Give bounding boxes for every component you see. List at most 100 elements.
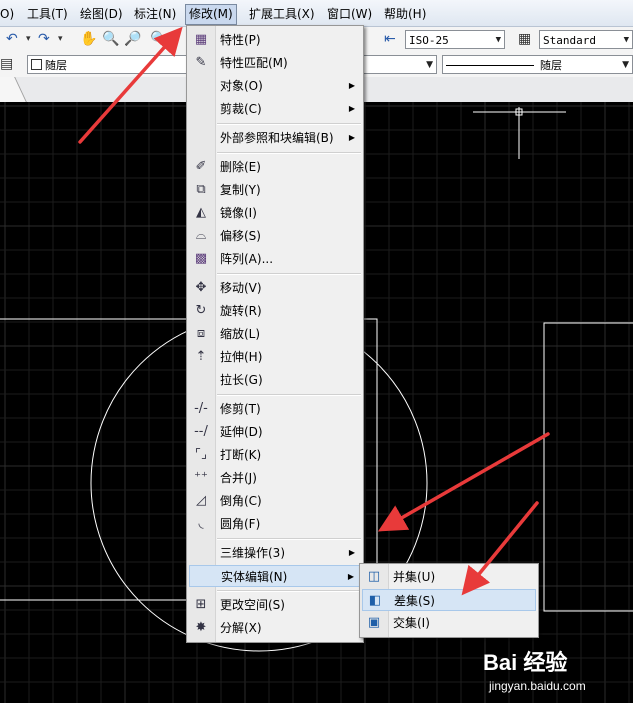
menu-item-label: 缩放(L) bbox=[220, 327, 261, 341]
menu-item[interactable]: ✥ 移动(V) bbox=[189, 277, 361, 299]
dimension-style-select[interactable]: ISO-25 ▼ bbox=[405, 30, 505, 49]
chevron-down-icon: ▼ bbox=[623, 35, 629, 45]
menubar-item-tools[interactable]: 工具(T) bbox=[27, 6, 68, 22]
menu-item-label: 复制(Y) bbox=[220, 183, 261, 197]
menu-item[interactable]: ✎ 特性匹配(M) bbox=[189, 52, 361, 74]
watermark-logo: Bai 经验 bbox=[483, 650, 568, 675]
menu-item[interactable]: ⁺⁺ 合并(J) bbox=[189, 467, 361, 489]
menu-item-label: 剪裁(C) bbox=[220, 102, 262, 116]
zoom-window-icon[interactable]: 🔎 bbox=[124, 31, 141, 47]
menu-item[interactable]: 对象(O) ▶ bbox=[189, 75, 361, 97]
menu-item[interactable]: 外部参照和块编辑(B) ▶ bbox=[189, 127, 361, 149]
menu-item-label: 特性(P) bbox=[220, 33, 261, 47]
menu-item-label: 旋转(R) bbox=[220, 304, 262, 318]
linetype-value: 随层 bbox=[540, 59, 562, 72]
pan-icon[interactable]: ✋ bbox=[80, 31, 97, 47]
match-properties-icon: ✎ bbox=[195, 55, 207, 70]
zoom-realtime-icon[interactable]: 🔍 bbox=[102, 31, 119, 47]
layout-tab[interactable] bbox=[0, 77, 27, 102]
menu-item[interactable]: ⧈ 缩放(L) bbox=[189, 323, 361, 345]
modify-menu: ▦ 特性(P) ✎ 特性匹配(M) 对象(O) ▶ 剪裁(C) ▶ 外部参照和块编辑(B) ▶ ✐ 删… bbox=[186, 25, 364, 643]
menubar-item-window[interactable]: 窗口(W) bbox=[327, 6, 372, 22]
menu-item[interactable]: ⌜⌟ 打断(K) bbox=[189, 444, 361, 466]
solid-edit-submenu: ◫ 并集(U) ◧ 差集(S) ▣ 交集(I) bbox=[359, 563, 539, 638]
menu-separator bbox=[217, 394, 361, 396]
menu-item-label: 外部参照和块编辑(B) bbox=[220, 131, 334, 145]
menu-item-label: 合并(J) bbox=[220, 471, 257, 485]
menubar-item-dimension[interactable]: 标注(N) bbox=[134, 6, 176, 22]
menu-item-label: 并集(U) bbox=[393, 570, 436, 584]
menu-item-label: 差集(S) bbox=[394, 594, 435, 608]
menu-item[interactable]: 实体编辑(N) ▶ bbox=[189, 565, 361, 587]
copy-icon: ⧉ bbox=[196, 182, 206, 197]
menu-item-label: 三维操作(3) bbox=[220, 546, 285, 560]
color-swatch bbox=[31, 59, 42, 70]
menu-item[interactable]: ▣ 交集(I) bbox=[362, 612, 536, 634]
menu-item-label: 交集(I) bbox=[393, 616, 430, 630]
layer-icon[interactable]: ▤ bbox=[0, 56, 13, 72]
linetype-preview bbox=[446, 65, 534, 66]
menu-separator bbox=[217, 123, 361, 125]
menu-item-label: 拉伸(H) bbox=[220, 350, 263, 364]
linetype-select[interactable]: 随层 ▼ bbox=[442, 55, 633, 74]
menu-item-label: 更改空间(S) bbox=[220, 598, 285, 612]
menu-item-label: 修剪(T) bbox=[220, 402, 261, 416]
extend-icon: --/ bbox=[194, 424, 208, 439]
menubar-item-partial[interactable]: O) bbox=[0, 6, 14, 22]
menu-item-label: 删除(E) bbox=[220, 160, 261, 174]
menu-item-label: 实体编辑(N) bbox=[221, 570, 288, 584]
menu-item[interactable]: ⧉ 复制(Y) bbox=[189, 179, 361, 201]
menu-item[interactable]: ⊞ 更改空间(S) bbox=[189, 594, 361, 616]
redo-dropdown-icon[interactable]: ▾ bbox=[58, 31, 63, 47]
erase-icon: ✐ bbox=[195, 159, 207, 174]
menu-item[interactable]: ↻ 旋转(R) bbox=[189, 300, 361, 322]
menu-bar: O) 工具(T) 绘图(D) 标注(N) 修改(M) 扩展工具(X) 窗口(W)… bbox=[0, 0, 633, 27]
redo-icon[interactable]: ↷ bbox=[38, 31, 50, 47]
menu-item[interactable]: ◭ 镜像(I) bbox=[189, 202, 361, 224]
chevron-right-icon: ▶ bbox=[348, 133, 355, 142]
menu-item-label: 移动(V) bbox=[220, 281, 262, 295]
undo-icon[interactable]: ↶ bbox=[6, 31, 18, 47]
chevron-down-icon: ▼ bbox=[622, 60, 629, 70]
menu-item[interactable]: ▩ 阵列(A)... bbox=[189, 248, 361, 270]
menu-item[interactable]: ⌓ 偏移(S) bbox=[189, 225, 361, 247]
menu-item[interactable]: ◟ 圆角(F) bbox=[189, 513, 361, 535]
menu-item[interactable]: ✐ 删除(E) bbox=[189, 156, 361, 178]
fillet-icon: ◟ bbox=[198, 516, 204, 531]
subtract-icon: ◧ bbox=[368, 593, 382, 608]
menubar-item-help[interactable]: 帮助(H) bbox=[384, 6, 426, 22]
menu-item[interactable]: ✸ 分解(X) bbox=[189, 617, 361, 639]
menu-item[interactable]: --/ 延伸(D) bbox=[189, 421, 361, 443]
menubar-item-draw[interactable]: 绘图(D) bbox=[80, 6, 123, 22]
undo-dropdown-icon[interactable]: ▾ bbox=[26, 31, 31, 47]
intersect-icon: ▣ bbox=[367, 615, 381, 630]
menu-item-label: 倒角(C) bbox=[220, 494, 262, 508]
menu-item-label: 圆角(F) bbox=[220, 517, 261, 531]
menu-item[interactable]: ⇡ 拉伸(H) bbox=[189, 346, 361, 368]
menu-item[interactable]: 剪裁(C) ▶ bbox=[189, 98, 361, 120]
menu-item[interactable]: -/- 修剪(T) bbox=[189, 398, 361, 420]
table-style-value: Standard bbox=[543, 34, 596, 47]
menu-item[interactable]: ▦ 特性(P) bbox=[189, 29, 361, 51]
chevron-right-icon: ▶ bbox=[348, 548, 355, 557]
array-icon: ▩ bbox=[194, 251, 208, 266]
menu-item[interactable]: 拉长(G) bbox=[189, 369, 361, 391]
chevron-right-icon: ▶ bbox=[348, 104, 355, 113]
change-space-icon: ⊞ bbox=[195, 597, 207, 612]
menu-item[interactable]: ◧ 差集(S) bbox=[362, 589, 536, 611]
menu-item[interactable]: 三维操作(3) ▶ bbox=[189, 542, 361, 564]
menu-item-label: 偏移(S) bbox=[220, 229, 261, 243]
menubar-item-modify[interactable]: 修改(M) bbox=[185, 4, 237, 25]
table-style-select[interactable]: Standard ▼ bbox=[539, 30, 633, 49]
dimension-style-icon[interactable]: ⇤ bbox=[384, 31, 396, 47]
menubar-item-express-tools[interactable]: 扩展工具(X) bbox=[249, 6, 315, 22]
chamfer-icon: ◿ bbox=[196, 493, 206, 508]
menu-item[interactable]: ◿ 倒角(C) bbox=[189, 490, 361, 512]
menu-separator bbox=[217, 590, 361, 592]
menu-item[interactable]: ◫ 并集(U) bbox=[362, 566, 536, 588]
baidu-jingyan-watermark: Bai 经验 jingyan.baidu.com bbox=[483, 643, 633, 703]
zoom-previous-icon[interactable]: 🔍 bbox=[150, 31, 167, 47]
table-style-icon[interactable]: ▦ bbox=[518, 31, 531, 47]
watermark-url: jingyan.baidu.com bbox=[489, 679, 586, 693]
properties-icon: ▦ bbox=[194, 32, 208, 47]
